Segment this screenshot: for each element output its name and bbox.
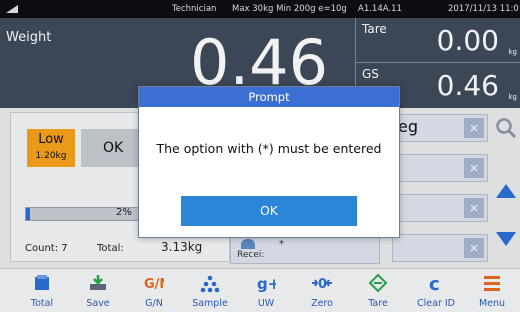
scale-screen: Technician Max 30kg Min 200g e=10g A1.14… xyxy=(0,0,520,312)
dialog-title: Prompt xyxy=(139,87,399,107)
dialog-ok-button[interactable]: OK xyxy=(181,196,357,226)
prompt-dialog: Prompt The option with (*) must be enter… xyxy=(138,86,400,238)
dialog-message: The option with (*) must be entered xyxy=(156,141,382,156)
